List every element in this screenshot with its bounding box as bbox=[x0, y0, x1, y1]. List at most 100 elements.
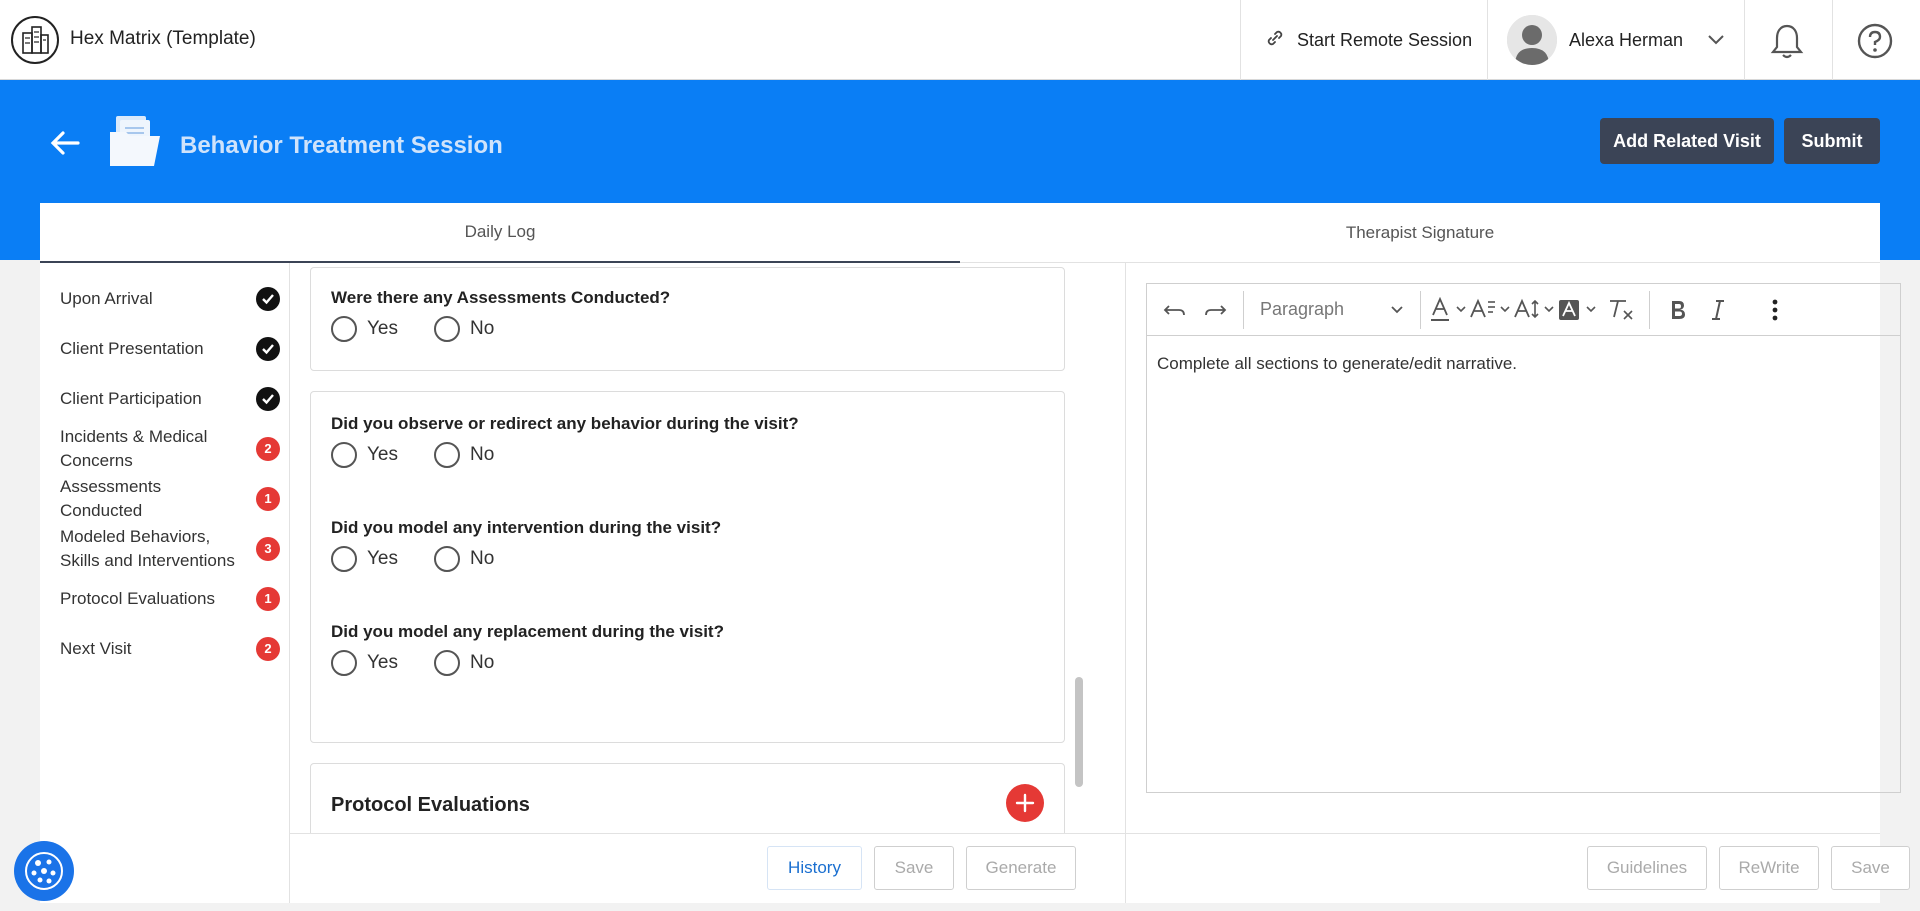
tab-therapist-signature[interactable]: Therapist Signature bbox=[960, 203, 1880, 263]
nav-item-modeled-behaviors[interactable]: Modeled Behaviors, Skills and Interventi… bbox=[60, 525, 280, 573]
help-icon[interactable] bbox=[1856, 22, 1894, 65]
start-remote-session-button[interactable]: Start Remote Session bbox=[1240, 0, 1487, 80]
no-label: No bbox=[470, 548, 495, 569]
divider bbox=[1746, 291, 1747, 329]
nav-item-client-participation[interactable]: Client Participation bbox=[60, 387, 280, 411]
save-button[interactable]: Save bbox=[874, 846, 954, 890]
text-style-icon[interactable] bbox=[1469, 284, 1513, 336]
no-label: No bbox=[470, 652, 495, 673]
rewrite-button[interactable]: ReWrite bbox=[1719, 846, 1819, 890]
back-arrow-icon[interactable] bbox=[48, 128, 82, 158]
save-narrative-button[interactable]: Save bbox=[1831, 846, 1910, 890]
link-icon bbox=[1265, 28, 1285, 53]
nav-item-incidents-medical-concerns[interactable]: Incidents & Medical Concerns 2 bbox=[60, 425, 280, 473]
divider bbox=[1243, 290, 1244, 329]
yes-label: Yes bbox=[367, 318, 398, 339]
divider bbox=[1420, 290, 1421, 329]
count-badge: 1 bbox=[256, 487, 280, 511]
radio-group: Yes No bbox=[331, 442, 518, 468]
font-size-icon[interactable] bbox=[1513, 284, 1557, 336]
cookie-settings-button[interactable] bbox=[14, 841, 74, 901]
nav-item-label: Upon Arrival bbox=[60, 289, 153, 308]
tab-bar: Daily Log Therapist Signature bbox=[40, 203, 1880, 263]
check-circle-icon bbox=[256, 387, 280, 411]
yes-radio[interactable]: Yes bbox=[331, 650, 398, 676]
yes-label: Yes bbox=[367, 444, 398, 465]
nav-item-label: Incidents & Medical Concerns bbox=[60, 427, 208, 470]
format-select-value: Paragraph bbox=[1260, 299, 1345, 319]
redo-icon[interactable] bbox=[1195, 284, 1235, 336]
avatar bbox=[1507, 15, 1557, 65]
divider bbox=[1744, 0, 1745, 80]
no-radio[interactable]: No bbox=[434, 650, 494, 676]
undo-icon[interactable] bbox=[1155, 284, 1195, 336]
yes-label: Yes bbox=[367, 652, 398, 673]
editor-footer: Guidelines ReWrite Save bbox=[1125, 833, 1910, 903]
question-text: Did you model any replacement during the… bbox=[331, 622, 724, 641]
radio-group: Yes No bbox=[331, 546, 518, 572]
no-radio[interactable]: No bbox=[434, 546, 494, 572]
no-radio[interactable]: No bbox=[434, 316, 494, 342]
add-protocol-button[interactable] bbox=[1006, 784, 1044, 822]
section-title: Protocol Evaluations bbox=[331, 794, 530, 816]
radio-group: Yes No bbox=[331, 316, 518, 342]
nav-item-label: Modeled Behaviors, Skills and Interventi… bbox=[60, 527, 235, 570]
building-logo-icon[interactable] bbox=[10, 15, 60, 65]
yes-radio[interactable]: Yes bbox=[331, 442, 398, 468]
nav-item-label: Assessments Conducted bbox=[60, 477, 162, 520]
form-scroll-area[interactable]: Were there any Assessments Conducted? Ye… bbox=[290, 263, 1125, 833]
yes-radio[interactable]: Yes bbox=[331, 316, 398, 342]
question-text: Did you model any intervention during th… bbox=[331, 518, 722, 537]
add-related-visit-button[interactable]: Add Related Visit bbox=[1600, 118, 1774, 164]
assessments-question-card: Were there any Assessments Conducted? Ye… bbox=[310, 267, 1065, 371]
clear-formatting-icon[interactable] bbox=[1601, 284, 1641, 336]
section-nav: Upon Arrival Client Presentation Client … bbox=[40, 263, 290, 903]
paragraph-format-select[interactable]: Paragraph bbox=[1252, 299, 1412, 320]
protocol-evaluations-card: Protocol Evaluations bbox=[310, 763, 1065, 833]
count-badge: 2 bbox=[256, 637, 280, 661]
nav-item-client-presentation[interactable]: Client Presentation bbox=[60, 337, 280, 361]
scrollbar-thumb[interactable] bbox=[1075, 677, 1083, 787]
editor-content[interactable]: Complete all sections to generate/edit n… bbox=[1157, 354, 1517, 374]
guidelines-button[interactable]: Guidelines bbox=[1587, 846, 1707, 890]
font-color-icon[interactable] bbox=[1429, 284, 1469, 336]
nav-item-assessments-conducted[interactable]: Assessments Conducted 1 bbox=[60, 475, 280, 523]
yes-radio[interactable]: Yes bbox=[331, 546, 398, 572]
radio-button[interactable] bbox=[434, 442, 460, 468]
radio-button[interactable] bbox=[434, 650, 460, 676]
bold-icon[interactable] bbox=[1658, 284, 1698, 336]
narrative-editor-panel: Paragraph Complete all sections to gener… bbox=[1125, 263, 1901, 903]
editor-toolbar: Paragraph bbox=[1147, 284, 1900, 336]
nav-item-label: Protocol Evaluations bbox=[60, 589, 215, 608]
modeled-behaviors-question-card: Did you observe or redirect any behavior… bbox=[310, 391, 1065, 743]
tab-daily-log[interactable]: Daily Log bbox=[40, 203, 960, 263]
nav-item-protocol-evaluations[interactable]: Protocol Evaluations 1 bbox=[60, 587, 280, 611]
check-circle-icon bbox=[256, 337, 280, 361]
yes-label: Yes bbox=[367, 548, 398, 569]
question-text: Were there any Assessments Conducted? bbox=[331, 288, 671, 307]
radio-button[interactable] bbox=[434, 546, 460, 572]
page-title: Behavior Treatment Session bbox=[180, 132, 503, 159]
radio-button[interactable] bbox=[434, 316, 460, 342]
radio-button[interactable] bbox=[331, 650, 357, 676]
rich-text-editor: Paragraph Complete all sections to gener… bbox=[1146, 283, 1901, 793]
italic-icon[interactable] bbox=[1698, 284, 1738, 336]
history-button[interactable]: History bbox=[767, 846, 862, 890]
more-options-icon[interactable] bbox=[1755, 284, 1795, 336]
count-badge: 1 bbox=[256, 587, 280, 611]
no-label: No bbox=[470, 444, 495, 465]
radio-button[interactable] bbox=[331, 546, 357, 572]
count-badge: 3 bbox=[256, 537, 280, 561]
nav-item-upon-arrival[interactable]: Upon Arrival bbox=[60, 287, 280, 311]
nav-item-label: Next Visit bbox=[60, 639, 132, 658]
nav-item-next-visit[interactable]: Next Visit 2 bbox=[60, 637, 280, 661]
form-footer: History Save Generate bbox=[290, 833, 1125, 903]
divider bbox=[1649, 290, 1650, 329]
submit-button[interactable]: Submit bbox=[1784, 118, 1880, 164]
no-radio[interactable]: No bbox=[434, 442, 494, 468]
bell-icon[interactable] bbox=[1770, 22, 1804, 65]
radio-button[interactable] bbox=[331, 442, 357, 468]
highlight-color-icon[interactable] bbox=[1557, 284, 1601, 336]
generate-button[interactable]: Generate bbox=[966, 846, 1076, 890]
radio-button[interactable] bbox=[331, 316, 357, 342]
